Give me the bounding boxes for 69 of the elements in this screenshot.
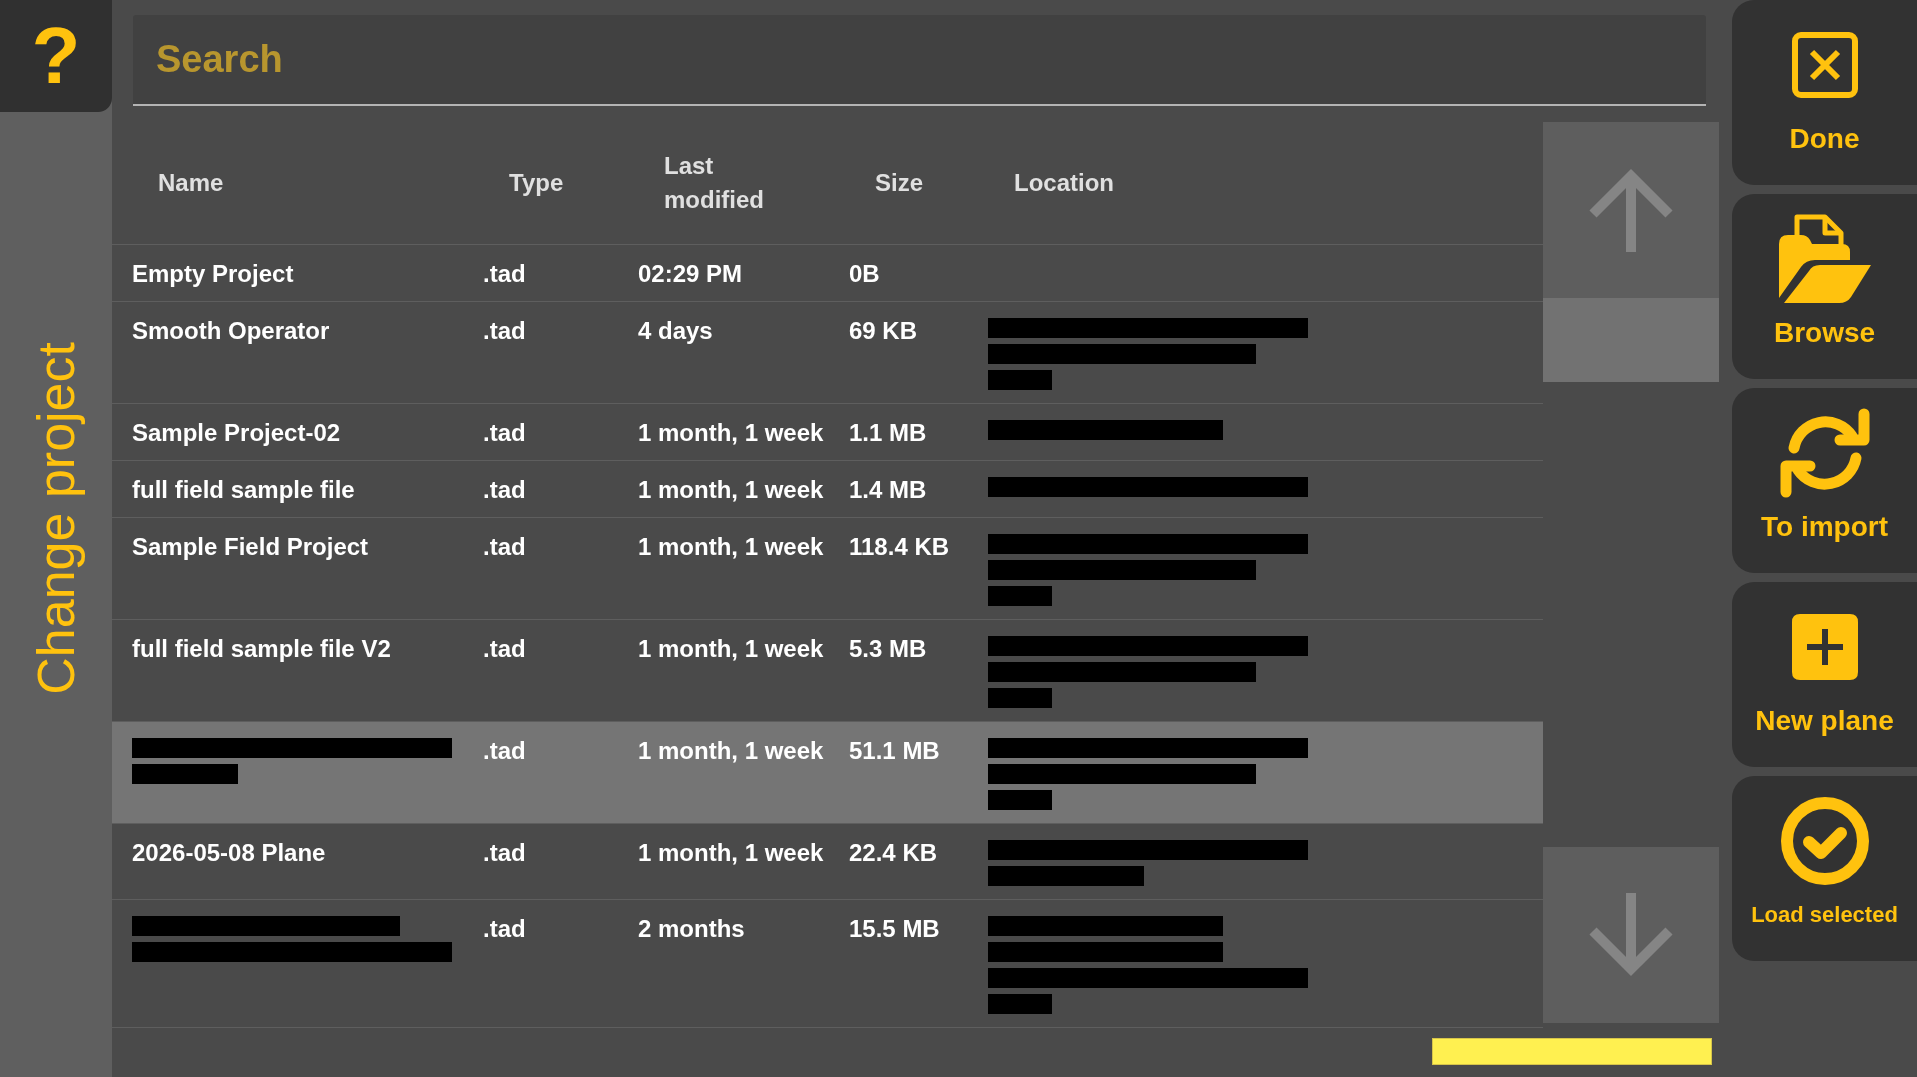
table-cell-text: 15.5 MB [848, 915, 941, 943]
new-plane-button[interactable]: New plane [1732, 582, 1917, 767]
column-header: Last modified [663, 151, 765, 215]
table-cell-text: .tad [482, 533, 527, 561]
column-header: Name [157, 168, 225, 198]
table-cell-text: 1.1 MB [848, 419, 928, 447]
table-cell-text: .tad [482, 635, 527, 663]
table-cell-text: .tad [482, 476, 527, 504]
table-cell-text: 1 month, 1 week [637, 533, 825, 561]
redaction-bar [988, 688, 1052, 708]
help-button[interactable]: ? [0, 0, 112, 112]
check-circle-icon [1780, 797, 1869, 885]
table-cell-text: Sample Field Project [131, 533, 370, 561]
table-cell-text: Smooth Operator [131, 317, 331, 345]
search-field[interactable]: Search [133, 15, 1706, 106]
load-selected-button[interactable]: Load selected [1732, 776, 1917, 961]
table-cell-text: 1 month, 1 week [637, 476, 825, 504]
table-cell-text: .tad [482, 737, 527, 765]
table-row[interactable]: 2026-05-08 Plane .tad 1 month, 1 week 22.4 KB [112, 824, 1543, 900]
redaction-bar [988, 994, 1052, 1014]
done-button[interactable]: Done [1732, 0, 1917, 185]
table-cell-text: 1 month, 1 week [637, 419, 825, 447]
up-arrow-icon [1589, 168, 1673, 252]
table-cell-text: .tad [482, 915, 527, 943]
table-row[interactable]: full field sample file V2 .tad 1 month, 1 week 5.3 MB [112, 620, 1543, 722]
table-cell-text: .tad [482, 260, 527, 288]
import-button[interactable]: To import [1732, 388, 1917, 573]
table-cell-text: 1.4 MB [848, 476, 928, 504]
table-cell-text: 2 months [637, 915, 746, 943]
folder-document-icon [1778, 214, 1871, 304]
browse-button[interactable]: Browse [1732, 194, 1917, 379]
redaction-bar [988, 370, 1052, 390]
table-cell-text: 4 days [637, 317, 714, 345]
table-row[interactable]: Sample Project-02 .tad 1 month, 1 week 1.1 MB [112, 404, 1543, 461]
table-row[interactable]: .tad 1 month, 1 week 51.1 MB [112, 722, 1543, 824]
redaction-bar [988, 790, 1052, 810]
table-cell-text: full field sample file V2 [131, 635, 392, 663]
table-cell-text: 1 month, 1 week [637, 737, 825, 765]
table-cell-text: 0B [848, 260, 881, 288]
table-cell-text: full field sample file [131, 476, 356, 504]
table-cell-text: Empty Project [131, 260, 295, 288]
scroll-thumb[interactable] [1543, 298, 1719, 382]
scroll-down-button[interactable] [1543, 847, 1719, 1023]
table-cell-text: .tad [482, 317, 527, 345]
table-cell-text: 5.3 MB [848, 635, 928, 663]
column-header: Type [508, 168, 565, 198]
table-row[interactable]: full field sample file .tad 1 month, 1 week 1.4 MB [112, 461, 1543, 518]
close-icon [1791, 32, 1858, 98]
table-cell-text: 118.4 KB [848, 533, 951, 561]
redaction-bar [988, 586, 1052, 606]
down-arrow-icon [1589, 893, 1673, 977]
table-row[interactable]: Empty Project .tad 02:29 PM 0B [112, 245, 1543, 302]
column-header: Location [1013, 168, 1115, 198]
table-row[interactable]: Sample Field Project .tad 1 month, 1 week 118.4 KB [112, 518, 1543, 620]
table-cell-text: 2026-05-08 Plane [131, 839, 327, 867]
table-cell-text: 69 KB [848, 317, 919, 345]
table-cell-text: 02:29 PM [637, 260, 744, 288]
column-header: Size [874, 168, 925, 198]
table-cell-text: Sample Project-02 [131, 419, 342, 447]
table-row[interactable]: Smooth Operator .tad 4 days 69 KB [112, 302, 1543, 404]
table-cell-text: .tad [482, 839, 527, 867]
table-cell-text: .tad [482, 419, 527, 447]
table-cell-text: 1 month, 1 week [637, 635, 825, 663]
scroll-up-button[interactable] [1543, 122, 1719, 298]
table-cell-text: 1 month, 1 week [637, 839, 825, 867]
table-cell-text: 51.1 MB [848, 737, 941, 765]
refresh-icon [1779, 408, 1870, 498]
table-row[interactable]: .tad 2 months 15.5 MB [112, 900, 1543, 1028]
table-cell-text: 22.4 KB [848, 839, 939, 867]
